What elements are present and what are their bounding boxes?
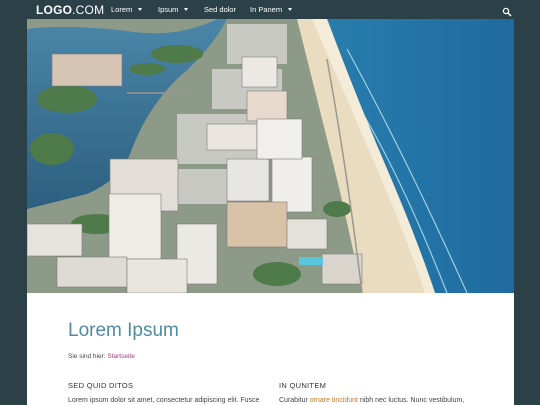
column-2-heading: IN QUNITEM: [279, 381, 327, 390]
nav-item-label: Ipsum: [158, 5, 179, 14]
column-2-text-end: nibh nec luctus. Nunc vestibulum,: [359, 397, 465, 404]
column-1-text: Lorem ipsum dolor sit amet, consectetur …: [68, 397, 260, 404]
column-2-inline-link[interactable]: ornare tincidunt: [310, 397, 358, 404]
nav-item-sed-dolor[interactable]: Sed dolor: [204, 5, 236, 14]
page-title: Lorem Ipsum: [68, 320, 179, 341]
nav-item-label: Lorem: [111, 5, 133, 14]
nav-item-label: Sed dolor: [204, 5, 237, 14]
nav-item-label: In Panem: [250, 5, 283, 14]
main-content: Lorem Ipsum Sie sind hier: Startseite SE…: [27, 293, 514, 405]
nav-item-lorem[interactable]: Lorem: [111, 5, 143, 14]
nav-item-in-panem[interactable]: In Panem: [250, 5, 293, 14]
column-2-text: Curabitur ornare tincidunt nibh nec luct…: [279, 397, 464, 404]
chevron-down-icon: [288, 8, 293, 11]
breadcrumb: Sie sind hier: Startseite: [68, 353, 135, 360]
hero-image: [27, 19, 514, 293]
site-logo[interactable]: LOGO.COM: [36, 3, 104, 17]
chevron-down-icon: [138, 8, 143, 11]
chevron-down-icon: [184, 8, 189, 11]
breadcrumb-prefix: Sie sind hier:: [68, 353, 106, 360]
breadcrumb-link-home[interactable]: Startseite: [107, 353, 134, 360]
logo-suffix-text: .COM: [72, 3, 105, 17]
nav-item-ipsum[interactable]: Ipsum: [158, 5, 189, 14]
top-navigation-bar: LOGO.COM Lorem Ipsum Sed dolor In Panem: [0, 0, 540, 19]
column-1-heading: SED QUID DITOS: [68, 381, 134, 390]
aerial-city-illustration: [27, 19, 514, 293]
logo-bold-text: LOGO: [36, 3, 73, 17]
column-2-text-start: Curabitur: [279, 397, 308, 404]
search-icon[interactable]: [502, 4, 512, 17]
